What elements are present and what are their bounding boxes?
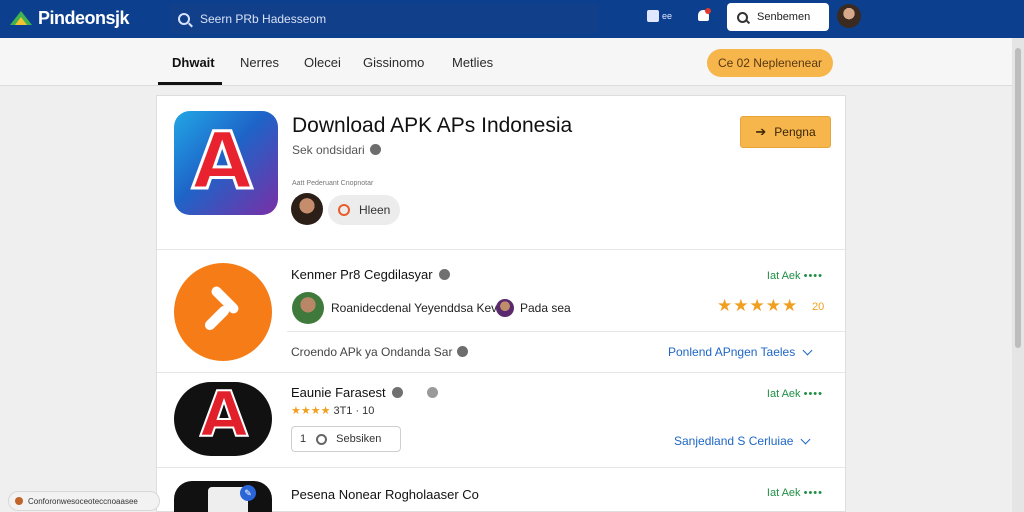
chevron-down-icon xyxy=(802,345,813,356)
tab-gissinomo[interactable]: Gissinomo xyxy=(363,55,424,70)
app-status-label: Iat Aek xyxy=(766,388,801,400)
app-icon-orange[interactable] xyxy=(174,263,272,361)
divider xyxy=(157,372,847,373)
app-status-label: Iat Aek xyxy=(766,270,801,282)
expand-link-label: Ponlend APngen Taeles xyxy=(668,345,796,359)
tv-icon-label: ee xyxy=(662,11,673,21)
divider xyxy=(287,331,847,332)
app-title[interactable]: Eaunie Farasest xyxy=(291,385,438,400)
verified-icon xyxy=(438,269,450,280)
search-placeholder: Seern PRb Hadesseom xyxy=(200,12,327,26)
page-scrollbar[interactable] xyxy=(1012,38,1024,512)
secondary-label: Pada sea xyxy=(520,301,571,315)
edit-icon: ✎ xyxy=(240,485,256,501)
app-subtitle: Croendo APk ya Ondanda Sar xyxy=(291,345,469,359)
category-nav: Dhwait Nerres Olecei Gissinomo Metlies C… xyxy=(0,38,1012,86)
scrollbar-thumb[interactable] xyxy=(1015,48,1021,348)
app-subtitle-text: Croendo APk ya Ondanda Sar xyxy=(291,345,453,359)
user-avatar[interactable] xyxy=(837,4,861,28)
search-icon xyxy=(737,11,748,23)
rating-value: 20 xyxy=(812,301,825,313)
search-icon xyxy=(178,13,190,25)
tab-nerres[interactable]: Nerres xyxy=(240,55,279,70)
subscribe-button[interactable]: 1 Sebsiken xyxy=(291,426,401,452)
site-logo[interactable]: Pindeonsjk xyxy=(10,6,130,30)
nav-cta-button[interactable]: Ce 02 Neplenenear xyxy=(707,49,833,77)
featured-app-icon[interactable]: A xyxy=(174,111,278,215)
header-search-button[interactable]: Senbemen xyxy=(727,3,829,31)
tab-olecei[interactable]: Olecei xyxy=(304,55,341,70)
header-search-button-label: Senbemen xyxy=(757,11,811,23)
chevron-down-icon xyxy=(800,434,811,445)
circle-icon xyxy=(338,204,350,216)
secondary-avatar xyxy=(496,299,514,317)
publisher-name[interactable]: Roanidecdenal Yeyenddsa Kev xyxy=(331,301,497,315)
app-title[interactable]: Pesena Nonear Rogholaaser Co xyxy=(291,487,479,502)
follow-pill-button[interactable]: Hleen xyxy=(328,195,400,225)
expand-link-label: Sanjedland S Cerluiae xyxy=(674,434,794,448)
info-icon xyxy=(457,346,469,357)
tab-metlies[interactable]: Metlies xyxy=(452,55,493,70)
publisher-avatar[interactable] xyxy=(292,292,324,324)
page-subtitle: Sek ondsidari xyxy=(292,143,381,157)
header-search-input[interactable]: Seern PRb Hadesseom xyxy=(170,4,598,34)
logo-icon xyxy=(10,9,32,27)
expand-link[interactable]: Ponlend APngen Taeles xyxy=(668,345,813,359)
circle-icon xyxy=(316,433,328,445)
divider xyxy=(157,249,847,250)
status-dots-icon: •••• xyxy=(803,487,823,499)
primary-action-button[interactable]: ➔ Pengna xyxy=(740,116,831,148)
pill-prefix: 1 xyxy=(300,433,307,445)
verified-icon xyxy=(369,144,381,155)
toast-text: Conforonwesoceoteccnoaasee xyxy=(28,496,138,506)
primary-action-label: Pengna xyxy=(774,125,816,139)
status-dots-icon: •••• xyxy=(803,270,823,282)
rating-stars: ★★★★★ xyxy=(717,296,799,315)
status-dot-icon xyxy=(15,497,23,505)
app-status: Iat Aek •••• xyxy=(767,388,823,400)
app-status: Iat Aek •••• xyxy=(767,270,823,282)
divider xyxy=(157,467,847,468)
subscribe-button-label: Sebsiken xyxy=(336,433,382,445)
tab-dhwait[interactable]: Dhwait xyxy=(172,55,215,70)
app-rating: ★★★★ 3T1 · 10 xyxy=(291,405,375,417)
rating-value: 3T1 · 10 xyxy=(333,405,375,417)
app-icon-photo[interactable]: ✎ xyxy=(174,481,272,512)
app-title-text: Kenmer Pr8 Cegdilasyar xyxy=(291,267,433,282)
app-title-suffix: Co xyxy=(462,487,479,502)
app-title-text: Pesena Nonear Rogholaaser xyxy=(291,487,459,502)
author-avatar[interactable] xyxy=(291,193,323,225)
expand-link[interactable]: Sanjedland S Cerluiae xyxy=(674,434,811,448)
page-title: Download APK APs Indonesia xyxy=(292,114,573,137)
arrow-right-icon: ➔ xyxy=(755,124,767,139)
app-status-label: Iat Aek xyxy=(766,487,801,499)
app-status: Iat Aek •••• xyxy=(767,487,823,499)
verified-icon xyxy=(391,387,403,398)
active-tab-indicator xyxy=(158,82,222,85)
tv-icon[interactable] xyxy=(647,10,659,22)
app-title-text: Eaunie Farasest xyxy=(291,385,386,400)
subtitle-text: Sek ondsidari xyxy=(292,143,365,157)
notification-bell-icon[interactable] xyxy=(697,8,711,22)
info-icon xyxy=(426,387,438,398)
logo-text: Pindeonsjk xyxy=(38,7,130,28)
top-bar: Pindeonsjk Seern PRb Hadesseom ee Senbem… xyxy=(0,0,1024,38)
main-panel: A Download APK APs Indonesia Sek ondsida… xyxy=(156,95,847,512)
status-toast[interactable]: Conforonwesoceoteccnoaasee xyxy=(8,491,160,511)
status-dots-icon: •••• xyxy=(803,388,823,400)
app-icon-dark[interactable]: A xyxy=(174,382,272,456)
app-title[interactable]: Kenmer Pr8 Cegdilasyar xyxy=(291,267,450,282)
hero-meta: Aatt Pederuant Cnopnotar xyxy=(292,180,374,187)
follow-pill-label: Hleen xyxy=(359,203,391,217)
